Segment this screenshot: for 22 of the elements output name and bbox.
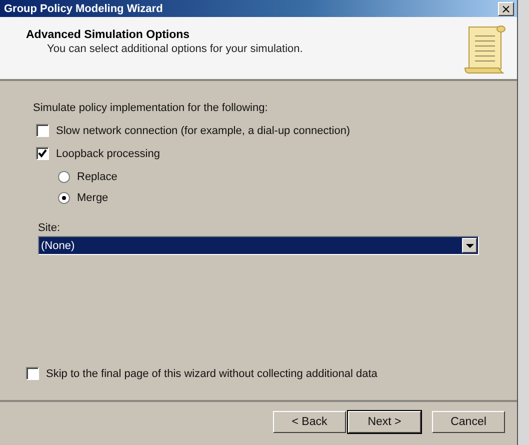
window-title: Group Policy Modeling Wizard xyxy=(4,2,164,14)
wizard-button[interactable]: Cancel xyxy=(432,410,505,432)
dropdown-value: (None) xyxy=(40,240,76,252)
section-label: Simulate policy implementation for the following: xyxy=(33,102,269,114)
field-label: Site: xyxy=(38,222,62,234)
option-label: Replace xyxy=(77,170,118,182)
page-subtitle: You can select additional options for your simulation. xyxy=(46,43,304,55)
option-label: Slow network connection (for example, a dial-up connection) xyxy=(56,124,350,136)
checkbox[interactable] xyxy=(36,124,49,137)
radio-button[interactable] xyxy=(58,192,70,204)
close-button[interactable]: × xyxy=(498,2,514,16)
wizard-button[interactable]: < Back xyxy=(273,410,346,432)
wizard-button[interactable]: Next > xyxy=(348,410,421,432)
scroll-icon xyxy=(463,24,507,76)
checkbox[interactable] xyxy=(26,367,39,380)
checkbox[interactable] xyxy=(36,147,49,160)
option-label: Loopback processing xyxy=(56,148,160,160)
option-label: Merge xyxy=(77,192,108,204)
site-dropdown[interactable]: (None) xyxy=(38,236,479,255)
option-label: Skip to the final page of this wizard without collecting additional data xyxy=(46,368,378,380)
radio-button[interactable] xyxy=(58,170,70,182)
page-title: Advanced Simulation Options xyxy=(26,29,191,41)
